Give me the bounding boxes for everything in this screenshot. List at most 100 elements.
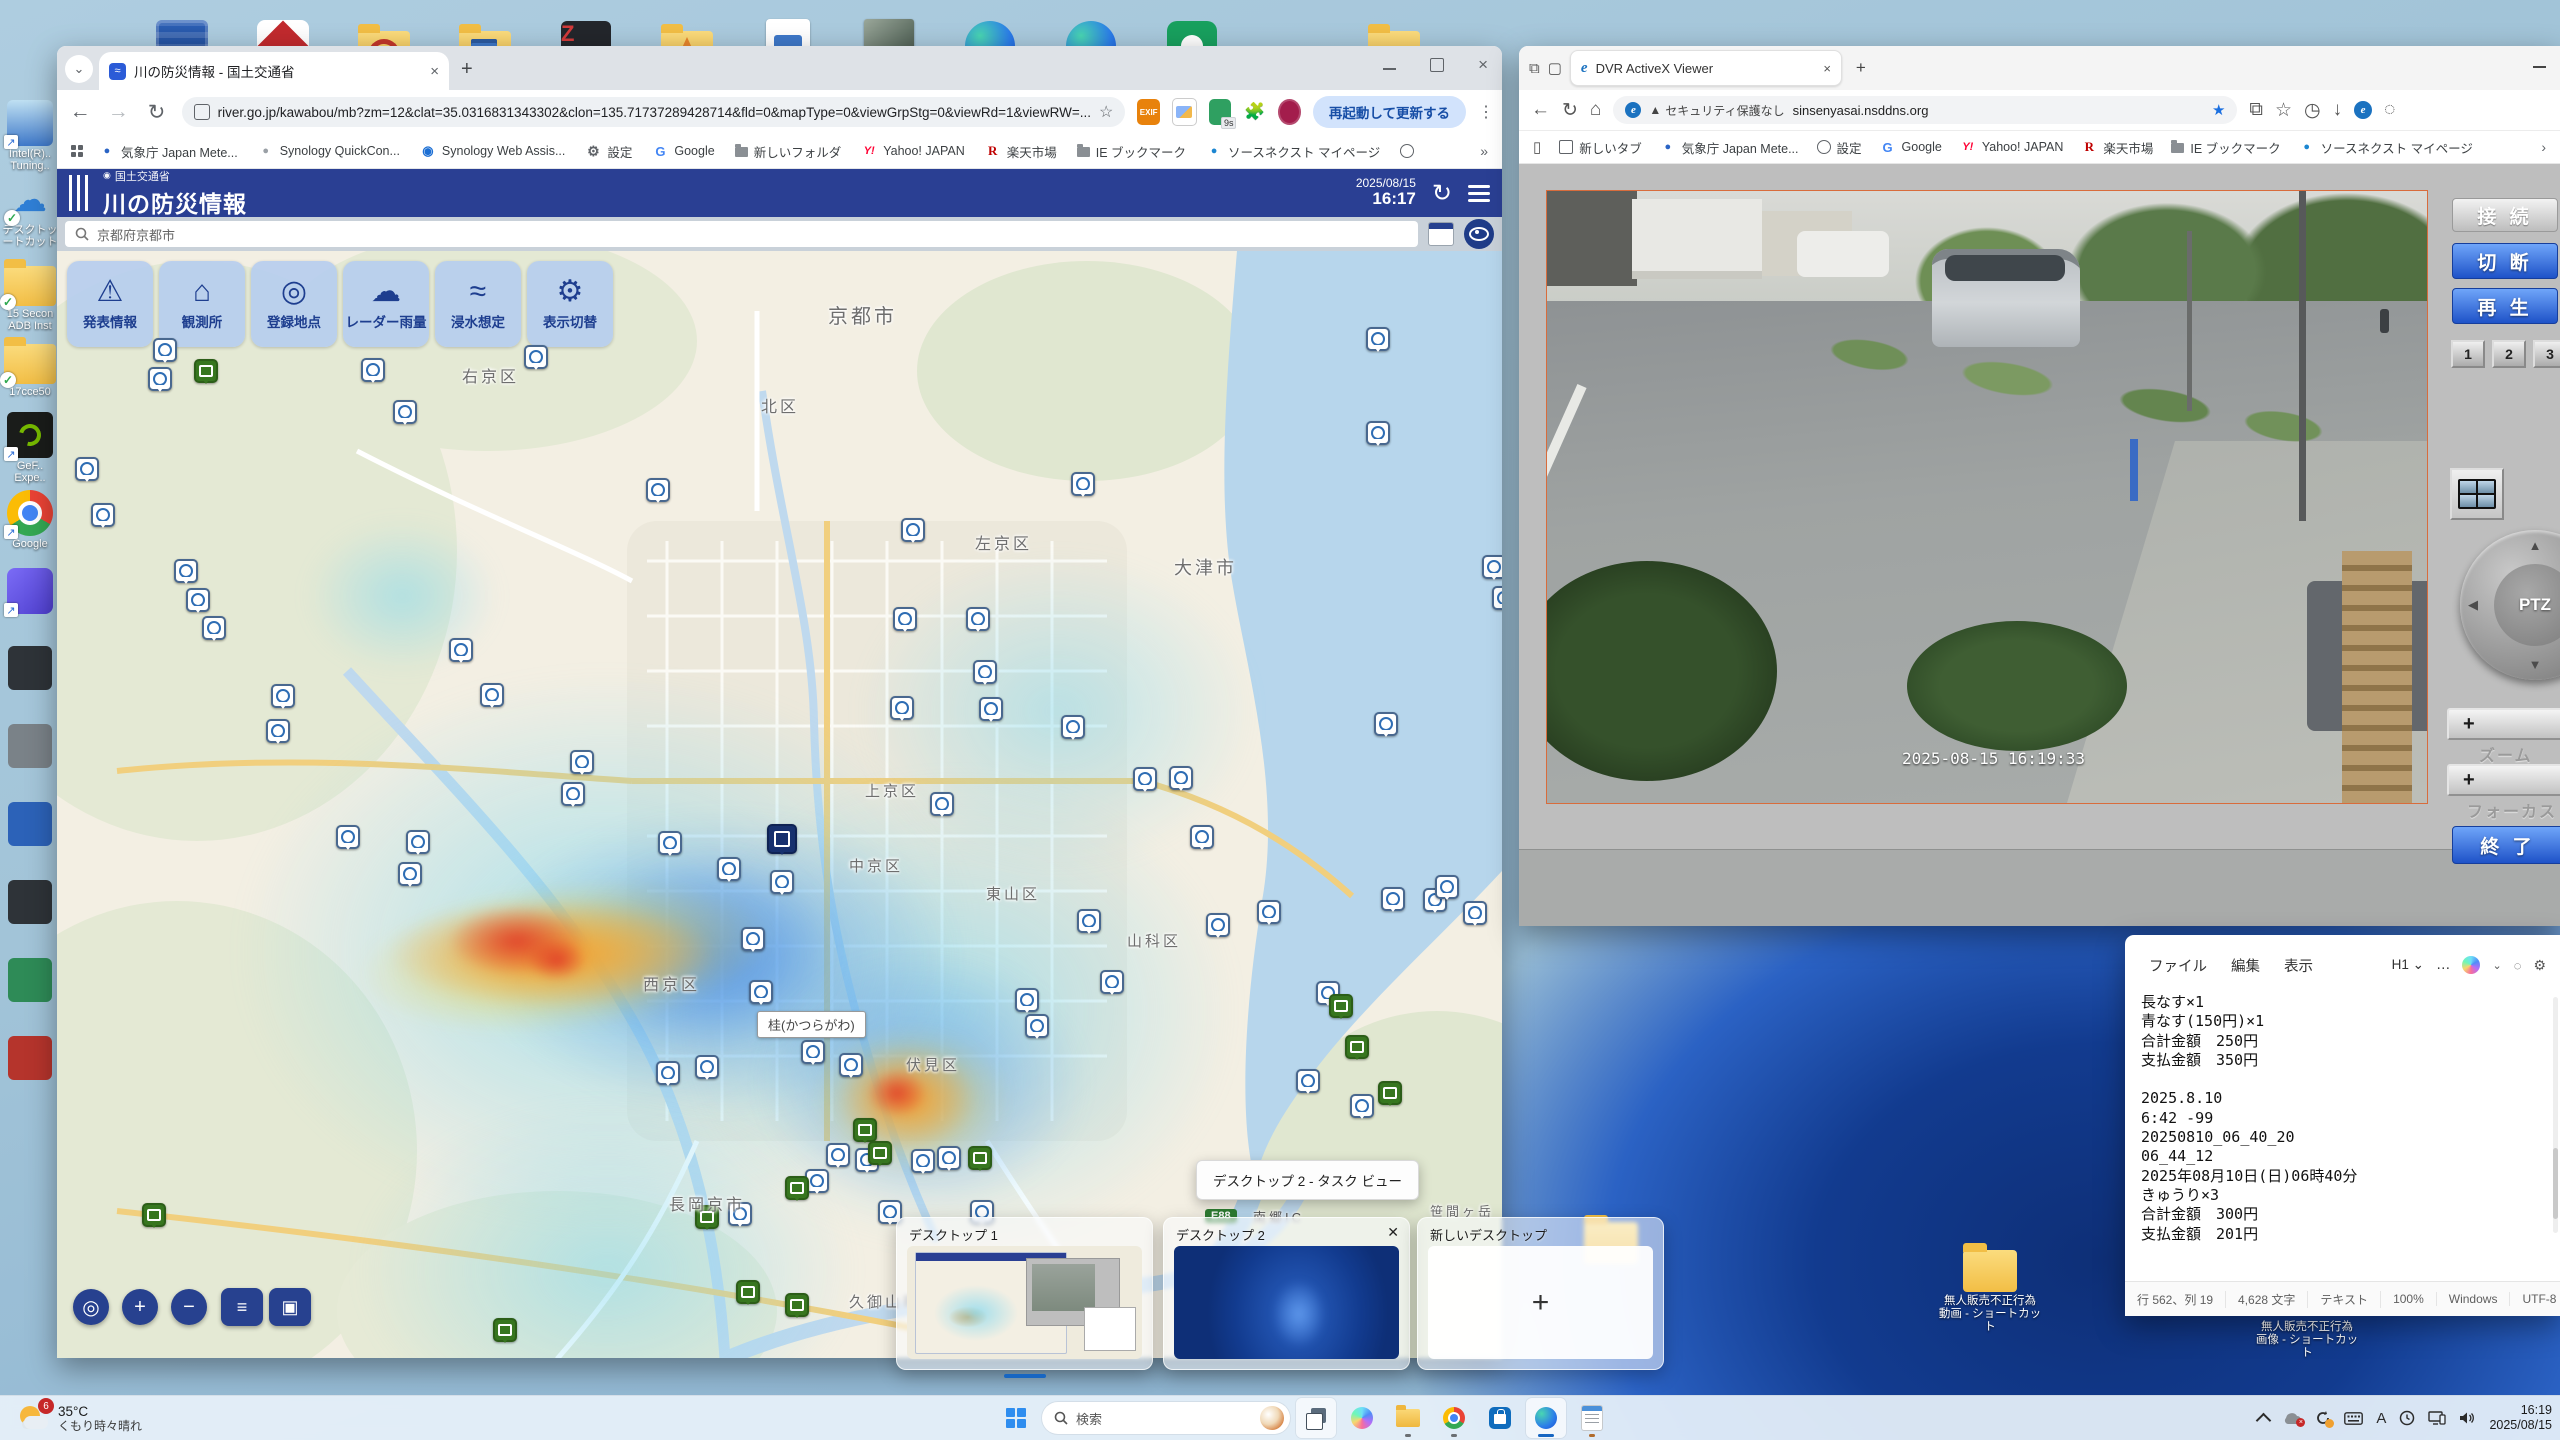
map-tool-5[interactable]: ≈ 浸水想定 [435, 261, 521, 347]
favorite-star-icon[interactable]: ★ [2212, 101, 2225, 119]
bookmark-item[interactable]: IE ブックマーク [1076, 142, 1186, 161]
favorites-icon[interactable]: ☆ [2275, 99, 2292, 122]
map-pin-station[interactable] [1296, 1069, 1320, 1093]
map-pin-station[interactable] [1206, 913, 1230, 937]
map-pin-station[interactable] [749, 980, 773, 1004]
folder-17cce[interactable]: ✓ 17cce50 [0, 334, 58, 398]
bookmark-item[interactable]: 設定 [1816, 138, 1862, 157]
back-button[interactable]: ← [67, 100, 93, 124]
map-pin-station[interactable] [1492, 586, 1502, 610]
map-pin-station[interactable] [646, 478, 670, 502]
dvr-end-button[interactable]: 終 了 [2452, 826, 2560, 864]
sidebar-icon[interactable]: ▯ [1533, 138, 1541, 156]
dvr-channel-2[interactable]: 2 [2492, 340, 2526, 368]
maximize-button[interactable] [1430, 58, 1445, 72]
notepad-button[interactable] [1572, 1398, 1612, 1438]
map-pin-station[interactable] [937, 1146, 961, 1170]
green-extension-icon[interactable]: 9s [1208, 99, 1237, 129]
map-pin-selected[interactable] [767, 824, 797, 854]
map-pin-station[interactable] [911, 1149, 935, 1173]
bookmark-item[interactable]: 気象庁 Japan Mete... [99, 142, 238, 161]
bookmark-item[interactable]: 気象庁 Japan Mete... [1660, 138, 1799, 157]
map-pin-station[interactable] [695, 1055, 719, 1079]
image-extension-icon[interactable] [1172, 98, 1197, 126]
desktop-folder-images[interactable]: 無人販売不正行為 画像 - ショートカット [2252, 1318, 2362, 1360]
copilot-chevron-icon[interactable]: ⌄ [2492, 959, 2501, 972]
edge-button[interactable] [1526, 1398, 1566, 1438]
dvr-ptz-dial[interactable]: ▲ ▼ ◀ ▶ PTZ [2460, 530, 2560, 680]
minimize-button[interactable] [2533, 66, 2546, 68]
tab-search-button[interactable]: ⌄ [65, 55, 93, 83]
map-pin-camera[interactable] [868, 1141, 892, 1165]
weather-widget[interactable]: 6 35°C くもり時々晴れ [10, 1398, 150, 1438]
gray-app-shortcut[interactable] [2, 724, 58, 768]
map-pin-station[interactable] [524, 345, 548, 369]
cast-display-icon[interactable] [2428, 1410, 2447, 1426]
downloads-icon[interactable]: ↓ [2333, 99, 2343, 121]
map-pin-station[interactable] [75, 457, 99, 481]
bookmark-item[interactable]: Synology Web Assis... [420, 143, 565, 159]
map-pin-station[interactable] [271, 684, 295, 708]
menu-edit[interactable]: 編集 [2231, 955, 2260, 976]
map-pin-camera[interactable] [785, 1176, 809, 1200]
dark-app2-shortcut[interactable] [2, 880, 58, 924]
map-tool-4[interactable]: ☁ レーダー雨量 [343, 261, 429, 347]
workspaces-icon[interactable]: ⧉ [1529, 60, 1540, 77]
bookmarks-overflow-icon[interactable]: » [1480, 143, 1488, 159]
zoom-in-button[interactable]: + [122, 1289, 158, 1325]
map-pin-camera[interactable] [1329, 994, 1353, 1018]
locate-button[interactable]: ◎ [73, 1289, 109, 1325]
chrome-shortcut[interactable]: ↗ Google [2, 490, 58, 550]
bookmark-star-icon[interactable]: ☆ [1099, 102, 1113, 122]
bookmark-item[interactable] [1400, 144, 1415, 158]
legend-button[interactable]: ≡ [221, 1288, 263, 1326]
map-pin-station[interactable] [406, 830, 430, 854]
file-explorer-button[interactable] [1388, 1398, 1428, 1438]
ime-mode-indicator[interactable]: A [2376, 1410, 2386, 1427]
tab-kawabou[interactable]: ≈ 川の防災情報 - 国土交通省 × [99, 52, 449, 90]
map-pin-station[interactable] [393, 400, 417, 424]
map-pin-station[interactable] [480, 683, 504, 707]
ime-keyboard-icon[interactable] [2344, 1411, 2364, 1425]
map-pin-station[interactable] [202, 616, 226, 640]
bookmark-item[interactable]: ソースネクスト マイページ [2299, 138, 2473, 157]
bookmark-item[interactable]: Yahoo! JAPAN [1960, 139, 2064, 155]
new-tab-button[interactable]: + [1856, 58, 1866, 78]
dvr-play-button[interactable]: 再 生 [2452, 288, 2558, 324]
map-pin-station[interactable] [449, 638, 473, 662]
map-pin-station[interactable] [91, 503, 115, 527]
map-pin-station[interactable] [1015, 988, 1039, 1012]
bookmark-item[interactable]: 設定 [585, 142, 632, 161]
map-pin-station[interactable] [1133, 767, 1157, 791]
zoom-out-button[interactable]: − [171, 1289, 207, 1325]
dvr-quad-view-button[interactable] [2450, 468, 2504, 520]
refresh-icon[interactable]: ↻ [1432, 179, 1452, 208]
red-app2-shortcut[interactable] [2, 1036, 58, 1080]
dvr-channel-1[interactable]: 1 [2451, 340, 2485, 368]
map-pin-camera[interactable] [785, 1293, 809, 1317]
map-pin-station[interactable] [1257, 900, 1281, 924]
clock-app-icon[interactable] [2399, 1410, 2415, 1426]
map-tool-2[interactable]: ⌂ 観測所 [159, 261, 245, 347]
new-tab-button[interactable]: + [461, 58, 473, 81]
menu-hamburger-icon[interactable] [1468, 184, 1490, 202]
bookmarks-overflow-icon[interactable]: › [2541, 139, 2546, 155]
map-pin-station[interactable] [966, 607, 990, 631]
minimize-button[interactable] [1383, 68, 1397, 70]
taskbar-search[interactable]: 検索 [1042, 1402, 1290, 1434]
map-pin-station[interactable] [148, 367, 172, 391]
history-icon[interactable]: ◷ [2304, 99, 2321, 122]
basemap-button[interactable]: ▣ [269, 1288, 311, 1326]
home-button[interactable]: ⌂ [1590, 99, 1601, 121]
tab-dvr[interactable]: e DVR ActiveX Viewer × [1569, 50, 1842, 86]
map-pin-station[interactable] [266, 719, 290, 743]
desktop1-card[interactable]: デスクトップ 1 [896, 1217, 1153, 1378]
bookmark-item[interactable]: 楽天市場 [2081, 138, 2153, 157]
forward-button[interactable]: → [105, 100, 131, 124]
map-pin-station[interactable] [174, 559, 198, 583]
map-pin-camera[interactable] [142, 1203, 166, 1227]
chrome-menu-icon[interactable]: ⋮ [1478, 102, 1494, 122]
dark-app-shortcut[interactable] [2, 646, 58, 690]
dvr-video-feed[interactable]: 2025-08-15 16:19:33 [1546, 190, 2428, 804]
bookmark-item[interactable]: Yahoo! JAPAN [861, 143, 965, 159]
